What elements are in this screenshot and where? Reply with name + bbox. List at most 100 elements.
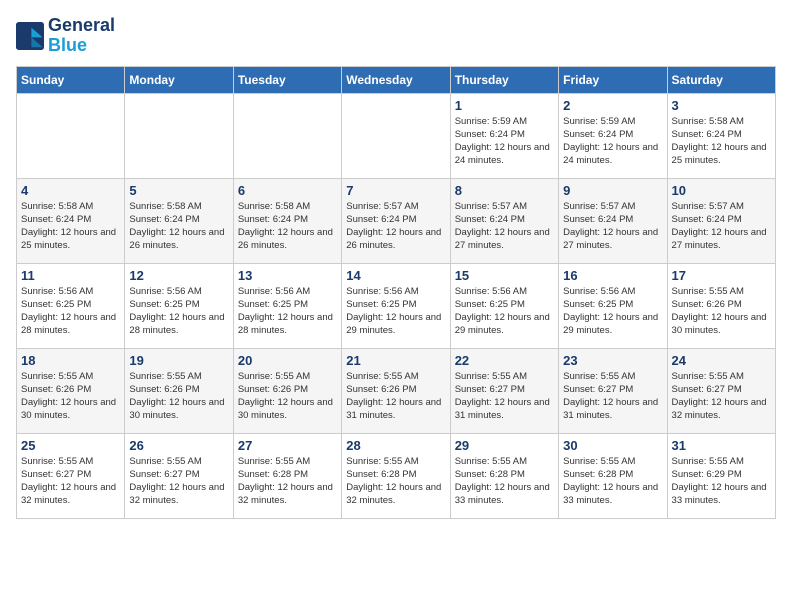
- day-info: Sunrise: 5:55 AM Sunset: 6:29 PM Dayligh…: [672, 455, 771, 508]
- day-number: 24: [672, 353, 771, 368]
- day-header-monday: Monday: [125, 66, 233, 93]
- calendar-day-cell: 7 Sunrise: 5:57 AM Sunset: 6:24 PM Daylig…: [342, 178, 450, 263]
- day-number: 2: [563, 98, 662, 113]
- calendar-week-row: 4 Sunrise: 5:58 AM Sunset: 6:24 PM Daylig…: [17, 178, 776, 263]
- day-number: 7: [346, 183, 445, 198]
- calendar-day-cell: 24 Sunrise: 5:55 AM Sunset: 6:27 PM Dayli…: [667, 348, 775, 433]
- day-number: 6: [238, 183, 337, 198]
- day-info: Sunrise: 5:55 AM Sunset: 6:27 PM Dayligh…: [672, 370, 771, 423]
- day-number: 20: [238, 353, 337, 368]
- calendar-day-cell: 17Sunrise: 5:55 AM Sunset: 6:26 PM Dayli…: [667, 263, 775, 348]
- day-number: 26: [129, 438, 228, 453]
- day-number: 23: [563, 353, 662, 368]
- day-info: Sunrise: 5:59 AM Sunset: 6:24 PM Dayligh…: [455, 115, 554, 168]
- day-info: Sunrise: 5:55 AM Sunset: 6:28 PM Dayligh…: [346, 455, 445, 508]
- day-info: Sunrise: 5:55 AM Sunset: 6:26 PM Dayligh…: [672, 285, 771, 338]
- day-info: Sunrise: 5:55 AM Sunset: 6:28 PM Dayligh…: [238, 455, 337, 508]
- day-number: 25: [21, 438, 120, 453]
- day-number: 3: [672, 98, 771, 113]
- calendar-day-cell: 29 Sunrise: 5:55 AM Sunset: 6:28 PM Dayli…: [450, 433, 558, 518]
- calendar-body: 1Sunrise: 5:59 AM Sunset: 6:24 PM Daylig…: [17, 93, 776, 518]
- calendar-day-cell: 21 Sunrise: 5:55 AM Sunset: 6:26 PM Dayli…: [342, 348, 450, 433]
- day-number: 10: [672, 183, 771, 198]
- calendar-day-cell: 31Sunrise: 5:55 AM Sunset: 6:29 PM Dayli…: [667, 433, 775, 518]
- day-number: 11: [21, 268, 120, 283]
- calendar-day-cell: 15Sunrise: 5:56 AM Sunset: 6:25 PM Dayli…: [450, 263, 558, 348]
- day-number: 22: [455, 353, 554, 368]
- calendar-day-cell: 10 Sunrise: 5:57 AM Sunset: 6:24 PM Dayli…: [667, 178, 775, 263]
- day-info: Sunrise: 5:56 AM Sunset: 6:25 PM Dayligh…: [129, 285, 228, 338]
- day-header-saturday: Saturday: [667, 66, 775, 93]
- logo-line2: Blue: [48, 35, 87, 55]
- calendar-day-cell: 2Sunrise: 5:59 AM Sunset: 6:24 PM Daylig…: [559, 93, 667, 178]
- logo-line1: General: [48, 16, 115, 36]
- calendar-day-cell: 11Sunrise: 5:56 AM Sunset: 6:25 PM Dayli…: [17, 263, 125, 348]
- calendar-day-cell: 4 Sunrise: 5:58 AM Sunset: 6:24 PM Daylig…: [17, 178, 125, 263]
- calendar-day-cell: [233, 93, 341, 178]
- calendar-day-cell: 14 Sunrise: 5:56 AM Sunset: 6:25 PM Dayli…: [342, 263, 450, 348]
- calendar-day-cell: 23 Sunrise: 5:55 AM Sunset: 6:27 PM Dayli…: [559, 348, 667, 433]
- calendar-table: SundayMondayTuesdayWednesdayThursdayFrid…: [16, 66, 776, 519]
- logo-text: General Blue: [48, 16, 115, 56]
- calendar-header-row: SundayMondayTuesdayWednesdayThursdayFrid…: [17, 66, 776, 93]
- day-info: Sunrise: 5:57 AM Sunset: 6:24 PM Dayligh…: [346, 200, 445, 253]
- day-info: Sunrise: 5:55 AM Sunset: 6:27 PM Dayligh…: [563, 370, 662, 423]
- calendar-day-cell: [125, 93, 233, 178]
- day-info: Sunrise: 5:56 AM Sunset: 6:25 PM Dayligh…: [238, 285, 337, 338]
- calendar-day-cell: 3 Sunrise: 5:58 AM Sunset: 6:24 PM Daylig…: [667, 93, 775, 178]
- calendar-day-cell: 26 Sunrise: 5:55 AM Sunset: 6:27 PM Dayli…: [125, 433, 233, 518]
- calendar-day-cell: 20 Sunrise: 5:55 AM Sunset: 6:26 PM Dayli…: [233, 348, 341, 433]
- calendar-day-cell: 6 Sunrise: 5:58 AM Sunset: 6:24 PM Daylig…: [233, 178, 341, 263]
- calendar-day-cell: 18 Sunrise: 5:55 AM Sunset: 6:26 PM Dayli…: [17, 348, 125, 433]
- page-header: General Blue: [16, 16, 776, 56]
- day-info: Sunrise: 5:57 AM Sunset: 6:24 PM Dayligh…: [672, 200, 771, 253]
- day-number: 15: [455, 268, 554, 283]
- day-info: Sunrise: 5:58 AM Sunset: 6:24 PM Dayligh…: [129, 200, 228, 253]
- day-number: 16: [563, 268, 662, 283]
- calendar-week-row: 11 Sunrise: 5:56 AM Sunset: 6:25 PM Dayli…: [17, 263, 776, 348]
- day-info: Sunrise: 5:58 AM Sunset: 6:24 PM Dayligh…: [238, 200, 337, 253]
- day-info: Sunrise: 5:58 AM Sunset: 6:24 PM Dayligh…: [21, 200, 120, 253]
- day-number: 9: [563, 183, 662, 198]
- day-info: Sunrise: 5:55 AM Sunset: 6:27 PM Dayligh…: [129, 455, 228, 508]
- day-number: 29: [455, 438, 554, 453]
- day-info: Sunrise: 5:55 AM Sunset: 6:26 PM Dayligh…: [238, 370, 337, 423]
- day-info: Sunrise: 5:55 AM Sunset: 6:27 PM Dayligh…: [21, 455, 120, 508]
- calendar-day-cell: 19Sunrise: 5:55 AM Sunset: 6:26 PM Dayli…: [125, 348, 233, 433]
- day-info: Sunrise: 5:55 AM Sunset: 6:28 PM Dayligh…: [563, 455, 662, 508]
- calendar-day-cell: [342, 93, 450, 178]
- day-info: Sunrise: 5:55 AM Sunset: 6:26 PM Dayligh…: [346, 370, 445, 423]
- logo: General Blue: [16, 16, 115, 56]
- calendar-day-cell: 25 Sunrise: 5:55 AM Sunset: 6:27 PM Dayli…: [17, 433, 125, 518]
- day-info: Sunrise: 5:57 AM Sunset: 6:24 PM Dayligh…: [455, 200, 554, 253]
- day-info: Sunrise: 5:55 AM Sunset: 6:26 PM Dayligh…: [21, 370, 120, 423]
- calendar-week-row: 18 Sunrise: 5:55 AM Sunset: 6:26 PM Dayli…: [17, 348, 776, 433]
- day-header-sunday: Sunday: [17, 66, 125, 93]
- day-number: 8: [455, 183, 554, 198]
- day-number: 14: [346, 268, 445, 283]
- day-number: 4: [21, 183, 120, 198]
- day-info: Sunrise: 5:56 AM Sunset: 6:25 PM Dayligh…: [563, 285, 662, 338]
- day-info: Sunrise: 5:55 AM Sunset: 6:26 PM Dayligh…: [129, 370, 228, 423]
- day-header-wednesday: Wednesday: [342, 66, 450, 93]
- day-number: 5: [129, 183, 228, 198]
- day-header-tuesday: Tuesday: [233, 66, 341, 93]
- day-number: 18: [21, 353, 120, 368]
- calendar-day-cell: 8 Sunrise: 5:57 AM Sunset: 6:24 PM Daylig…: [450, 178, 558, 263]
- day-info: Sunrise: 5:56 AM Sunset: 6:25 PM Dayligh…: [346, 285, 445, 338]
- day-number: 21: [346, 353, 445, 368]
- calendar-day-cell: 16 Sunrise: 5:56 AM Sunset: 6:25 PM Dayli…: [559, 263, 667, 348]
- calendar-week-row: 25 Sunrise: 5:55 AM Sunset: 6:27 PM Dayli…: [17, 433, 776, 518]
- calendar-day-cell: 22Sunrise: 5:55 AM Sunset: 6:27 PM Dayli…: [450, 348, 558, 433]
- calendar-day-cell: 1Sunrise: 5:59 AM Sunset: 6:24 PM Daylig…: [450, 93, 558, 178]
- day-info: Sunrise: 5:58 AM Sunset: 6:24 PM Dayligh…: [672, 115, 771, 168]
- calendar-day-cell: 30 Sunrise: 5:55 AM Sunset: 6:28 PM Dayli…: [559, 433, 667, 518]
- calendar-day-cell: 28Sunrise: 5:55 AM Sunset: 6:28 PM Dayli…: [342, 433, 450, 518]
- day-header-thursday: Thursday: [450, 66, 558, 93]
- day-info: Sunrise: 5:55 AM Sunset: 6:28 PM Dayligh…: [455, 455, 554, 508]
- day-number: 13: [238, 268, 337, 283]
- calendar-day-cell: 5 Sunrise: 5:58 AM Sunset: 6:24 PM Daylig…: [125, 178, 233, 263]
- calendar-day-cell: 27Sunrise: 5:55 AM Sunset: 6:28 PM Dayli…: [233, 433, 341, 518]
- day-info: Sunrise: 5:57 AM Sunset: 6:24 PM Dayligh…: [563, 200, 662, 253]
- day-number: 30: [563, 438, 662, 453]
